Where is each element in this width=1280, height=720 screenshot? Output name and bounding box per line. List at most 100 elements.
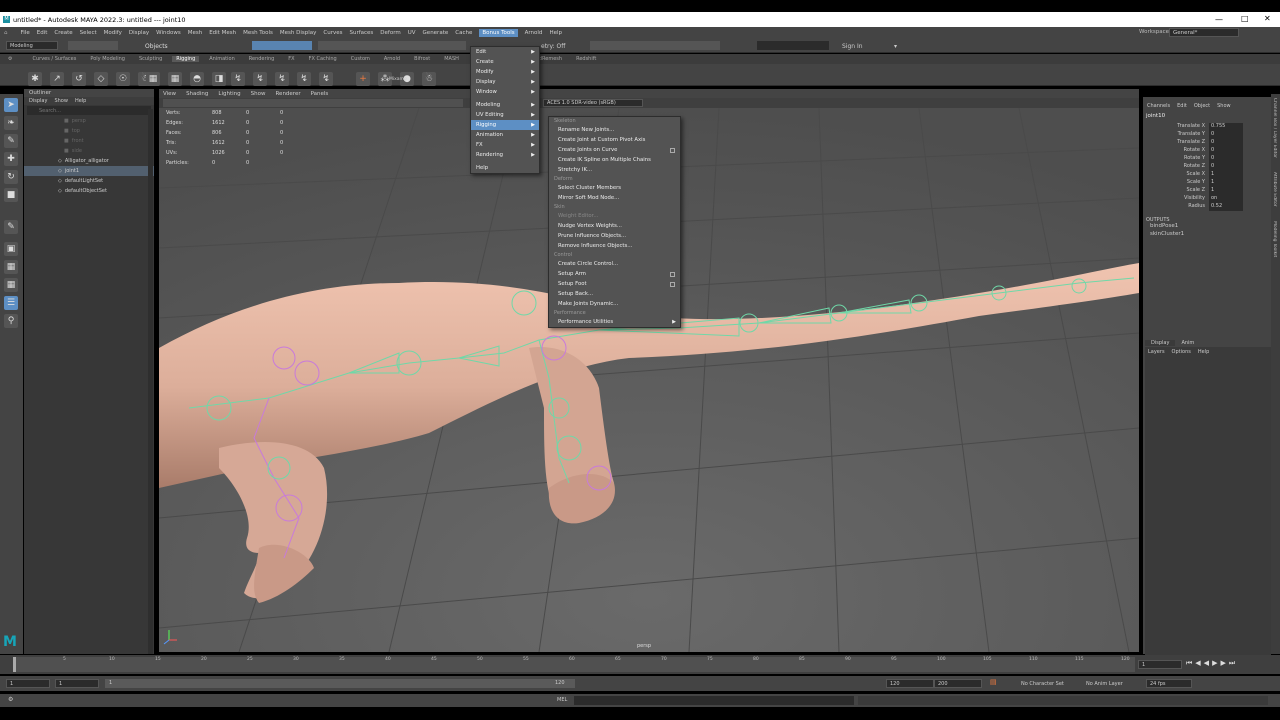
mirror-weights-icon[interactable]: ↯ (275, 72, 289, 86)
move-tool-icon[interactable]: ✚ (4, 152, 18, 166)
channel-attr[interactable]: Visibility on (1153, 195, 1271, 203)
outliner-item[interactable]: ■ front (24, 136, 154, 146)
channel-attr-value[interactable]: 0 (1209, 155, 1243, 163)
shelf-tab-sculpting[interactable]: Sculpting (135, 56, 166, 62)
channel-attr[interactable]: Translate X 0.755 (1153, 123, 1271, 131)
character-icon[interactable]: ☃ (422, 72, 436, 86)
rigging-item[interactable]: Rename New Joints... (549, 125, 680, 135)
outliner-menu-display[interactable]: Display (29, 98, 47, 104)
menu-file[interactable]: File (21, 30, 30, 36)
rigging-item[interactable]: Nudge Vertex Weights... (549, 221, 680, 231)
channel-attr-value[interactable]: 0 (1209, 147, 1243, 155)
shelf-tab-arnold[interactable]: Arnold (380, 56, 404, 62)
shelf-tab-animation[interactable]: Animation (205, 56, 239, 62)
paint-select-icon[interactable]: ✎ (4, 134, 18, 148)
current-frame-marker[interactable] (13, 657, 16, 672)
rigging-item[interactable]: Select Cluster Members (549, 183, 680, 193)
channel-attr[interactable]: Rotate X 0 (1153, 147, 1271, 155)
menu-generate[interactable]: Generate (423, 30, 449, 36)
skeleton-icon[interactable]: ☉ (116, 72, 130, 86)
bonus-menu-modify[interactable]: Modify ▶ (471, 67, 539, 77)
rigging-item[interactable]: Create Joints on Curve (549, 145, 680, 155)
channel-attr-value[interactable]: 0.52 (1209, 203, 1243, 211)
channel-menu-channels[interactable]: Channels (1147, 103, 1170, 109)
channel-menu-edit[interactable]: Edit (1177, 103, 1187, 109)
selection-mode-label[interactable]: Objects (145, 43, 168, 50)
outliner-scrollbar[interactable] (148, 109, 153, 654)
soft-mod-icon[interactable]: ✎ (4, 220, 18, 234)
maximize-icon[interactable]: □ (1241, 14, 1249, 23)
rigging-item[interactable]: Remove Influence Objects... (549, 241, 680, 251)
time-slider[interactable]: 5 10 15 20 25 30 35 40 45 50 55 60 65 70 75 80 85 90 95 100… (0, 655, 1280, 674)
insert-joint-icon[interactable]: ◇ (94, 72, 108, 86)
layer-menu-help[interactable]: Help (1198, 349, 1209, 355)
outliner-item[interactable]: ◇ defaultObjectSet (24, 186, 154, 196)
sign-in-dropdown-icon[interactable]: ▾ (894, 43, 897, 50)
channel-attr[interactable]: Scale Y 1 (1153, 179, 1271, 187)
autokey-icon[interactable]: ▤ (990, 678, 997, 686)
viewport-menu-view[interactable]: View (163, 91, 176, 97)
menu-edit[interactable]: Edit (37, 30, 48, 36)
rigging-item[interactable]: Create IK Spline on Multiple Chains (549, 155, 680, 165)
cluster-icon[interactable]: ▦ (168, 72, 182, 86)
channel-attr-value[interactable]: on (1209, 195, 1243, 203)
fps-select[interactable]: 24 fps (1146, 679, 1192, 688)
range-inner-start-input[interactable]: 1 (55, 679, 99, 688)
bonus-menu-modeling[interactable]: Modeling ▶ (471, 100, 539, 110)
home-icon[interactable]: ⌂ (4, 30, 8, 36)
menu-windows[interactable]: Windows (156, 30, 181, 36)
option-box-icon[interactable] (670, 271, 675, 277)
range-bar[interactable]: 1 120 (105, 679, 575, 688)
menu-bonus-tools[interactable]: Bonus Tools (479, 28, 518, 37)
smooth-skin-icon[interactable]: ↯ (319, 72, 333, 86)
copy-weights-icon[interactable]: ↯ (297, 72, 311, 86)
shelf-tab-rigging[interactable]: Rigging (172, 56, 200, 62)
channel-attr[interactable]: Translate Z 0 (1153, 139, 1271, 147)
four-view-icon[interactable]: ▦ (4, 260, 18, 274)
help-icon[interactable]: ⚙ (8, 696, 13, 703)
channel-attr[interactable]: Scale Z 1 (1153, 187, 1271, 195)
channel-attr-value[interactable]: 1 (1209, 171, 1243, 179)
scale-tool-icon[interactable]: ■ (4, 188, 18, 202)
layer-menu-layers[interactable]: Layers (1148, 349, 1165, 355)
channel-attr[interactable]: Radius 0.52 (1153, 203, 1271, 211)
locator-icon[interactable]: + (356, 72, 370, 86)
channel-menu-object[interactable]: Object (1194, 103, 1210, 109)
channel-attr-value[interactable]: 0 (1209, 131, 1243, 139)
rigging-item[interactable]: Stretchy IK... (549, 165, 680, 175)
channel-attr-value[interactable]: 0 (1209, 139, 1243, 147)
outliner-item[interactable]: ◇ Alligator_alligator (24, 156, 154, 166)
command-input[interactable] (574, 696, 854, 705)
wrap-icon[interactable]: ◓ (190, 72, 204, 86)
single-view-icon[interactable]: ▣ (4, 242, 18, 256)
layout-icon[interactable]: ▦ (4, 278, 18, 292)
shelf-tab-fx[interactable]: FX (284, 56, 298, 62)
rigging-item[interactable]: Make Joints Dynamic... (549, 299, 680, 309)
anim-layer-select[interactable]: No Anim Layer (1086, 681, 1123, 687)
playback-controls-icon[interactable]: ⏮◀◀▶▶⏭ (1186, 659, 1238, 668)
option-box-icon[interactable] (670, 281, 675, 287)
layer-tab-display[interactable]: Display (1145, 340, 1176, 346)
ik-spline-icon[interactable]: ↺ (72, 72, 86, 86)
output-node[interactable]: bindPose1 (1150, 223, 1271, 231)
menu-curves[interactable]: Curves (323, 30, 342, 36)
side-tab[interactable]: Modeling Toolkit (1272, 221, 1277, 266)
bonus-menu-display[interactable]: Display ▶ (471, 77, 539, 87)
menu-create[interactable]: Create (54, 30, 72, 36)
bonus-menu-help[interactable]: Help (471, 163, 539, 173)
menu-display[interactable]: Display (129, 30, 149, 36)
joint-tool-icon[interactable]: ✱ (28, 72, 42, 86)
channel-attr-value[interactable]: 0 (1209, 163, 1243, 171)
render-icons[interactable] (590, 41, 720, 50)
viewport-menu-shading[interactable]: Shading (186, 91, 208, 97)
layer-menu-options[interactable]: Options (1172, 349, 1191, 355)
bonus-menu-animation[interactable]: Animation ▶ (471, 130, 539, 140)
menu-set-select[interactable]: Modeling (6, 41, 58, 50)
file-icons[interactable] (68, 41, 118, 50)
menu-select[interactable]: Select (80, 30, 97, 36)
menu-mesh-tools[interactable]: Mesh Tools (243, 30, 273, 36)
current-frame-input[interactable]: 1 (1138, 660, 1182, 669)
lasso-tool-icon[interactable]: ❧ (4, 116, 18, 130)
shelf-tab-fx-caching[interactable]: FX Caching (305, 56, 341, 62)
channel-attr[interactable]: Rotate Z 0 (1153, 163, 1271, 171)
